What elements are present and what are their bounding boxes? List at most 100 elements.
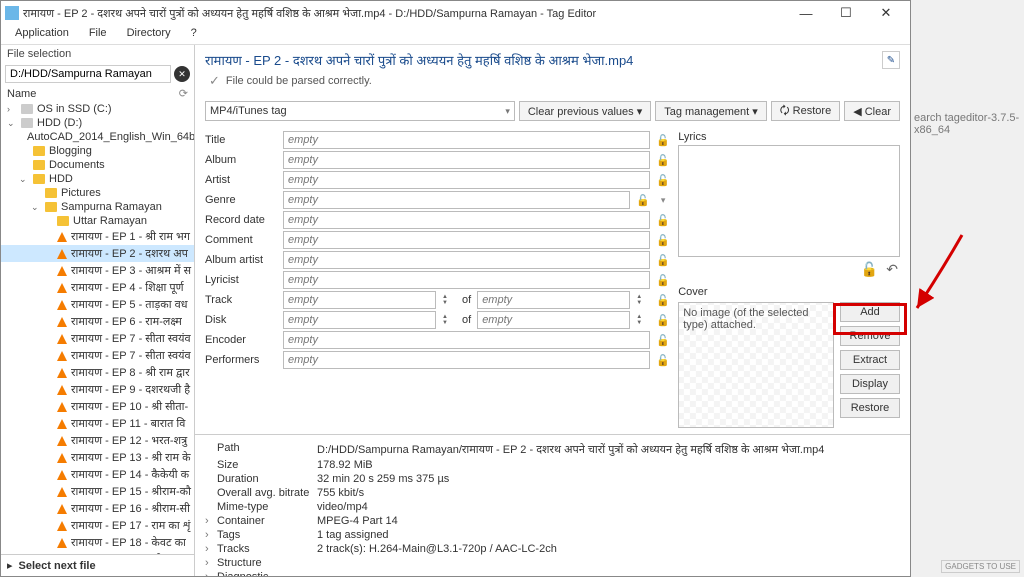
menu-file[interactable]: File (79, 25, 117, 44)
name-column[interactable]: Name (7, 88, 36, 100)
lyricist-input[interactable] (283, 271, 650, 289)
folder-icon (33, 160, 45, 170)
path-clear-icon[interactable]: ✕ (174, 66, 190, 82)
clear-previous-button[interactable]: Clear previous values ▾ (519, 101, 651, 121)
lock-icon[interactable]: 🔓 (656, 174, 670, 187)
menu-application[interactable]: Application (5, 25, 79, 44)
tree-row[interactable]: ⌄HDD (1, 172, 194, 186)
tree-row[interactable]: ›OS in SSD (C:) (1, 102, 194, 116)
path-input[interactable] (5, 65, 171, 83)
detail-row[interactable]: ›Structure (205, 556, 900, 570)
tree-row[interactable]: रामायण - EP 5 - ताड़का वध (1, 296, 194, 313)
disk-total-input[interactable] (477, 311, 630, 329)
detail-value: 32 min 20 s 259 ms 375 µs (317, 473, 449, 485)
encoder-input[interactable] (283, 331, 650, 349)
tree-row[interactable]: रामायण - EP 6 - राम-लक्ष्म (1, 313, 194, 330)
app-window: रामायण - EP 2 - दशरथ अपने चारों पुत्रों … (0, 0, 911, 577)
album-input[interactable] (283, 151, 650, 169)
tree-row[interactable]: रामायण - EP 14 - कैकेयी क (1, 466, 194, 483)
undo-icon[interactable]: ↶ (886, 261, 898, 278)
tree-row[interactable]: ⌄Sampurna Ramayan (1, 200, 194, 214)
album_artist-input[interactable] (283, 251, 650, 269)
tag-type-select[interactable]: MP4/iTunes tag (205, 101, 515, 121)
menu-directory[interactable]: Directory (117, 25, 181, 44)
disk-input[interactable] (283, 311, 436, 329)
track-input[interactable] (283, 291, 436, 309)
clear-button[interactable]: ◀ Clear (844, 101, 900, 121)
lock-icon[interactable]: 🔓 (656, 294, 670, 307)
title-input[interactable] (283, 131, 650, 149)
tree-row[interactable]: रामायण - EP 12 - भरत-शत्रु (1, 432, 194, 449)
cover-add-button[interactable]: Add (840, 302, 900, 322)
tree-row[interactable]: रामायण - EP 10 - श्री सीता- (1, 398, 194, 415)
record_date-input[interactable] (283, 211, 650, 229)
lock-icon[interactable]: 🔓 (636, 194, 650, 207)
minimize-button[interactable]: — (786, 2, 826, 24)
restore-button[interactable]: 🗘 Restore (771, 101, 840, 121)
folder-icon (33, 174, 45, 184)
lock-icon[interactable]: 🔓 (656, 134, 670, 147)
lock-icon[interactable]: 🔓 (656, 214, 670, 227)
menu-help[interactable]: ? (181, 25, 207, 44)
lock-icon[interactable]: 🔓 (656, 274, 670, 287)
tree-row[interactable]: Blogging (1, 144, 194, 158)
maximize-button[interactable]: ☐ (826, 2, 866, 24)
track-total-input[interactable] (477, 291, 630, 309)
tag-form: Title🔓Album🔓Artist🔓Genre🔓▾Record date🔓Co… (205, 131, 670, 428)
performers-input[interactable] (283, 351, 650, 369)
cover-remove-button[interactable]: Remove (840, 326, 900, 346)
file-details: PathD:/HDD/Sampurna Ramayan/रामायण - EP … (195, 434, 910, 576)
lock-icon[interactable]: 🔓 (656, 314, 670, 327)
detail-row: PathD:/HDD/Sampurna Ramayan/रामायण - EP … (205, 441, 900, 458)
lock-icon[interactable]: 🔓 (656, 234, 670, 247)
watermark: GADGETS TO USE (941, 560, 1020, 573)
genre-input[interactable] (283, 191, 630, 209)
edit-icon[interactable]: ✎ (882, 51, 900, 69)
tree-row[interactable]: ⌄HDD (D:) (1, 116, 194, 130)
tree-row[interactable]: रामायण - EP 15 - श्रीराम-कौ (1, 483, 194, 500)
sidebar-footer[interactable]: ▸ Select next file (1, 554, 194, 576)
lock-icon[interactable]: 🔓 (656, 354, 670, 367)
detail-row[interactable]: ›Tracks2 track(s): H.264-Main@L3.1-720p … (205, 542, 900, 556)
tree-row[interactable]: रामायण - EP 4 - शिक्षा पूर्ण (1, 279, 194, 296)
tree-row[interactable]: रामायण - EP 7 - सीता स्वयंव (1, 347, 194, 364)
artist-input[interactable] (283, 171, 650, 189)
tree-row[interactable]: रामायण - EP 7 - सीता स्वयंव (1, 330, 194, 347)
tree-row[interactable]: Uttar Ramayan (1, 214, 194, 228)
tree-row[interactable]: रामायण - EP 13 - श्री राम के (1, 449, 194, 466)
background-text: earch tageditor-3.7.5-x86_64 (914, 112, 1024, 136)
tree-row[interactable]: रामायण - EP 18 - केवट का (1, 534, 194, 551)
tree-row[interactable]: AutoCAD_2014_English_Win_64b (1, 130, 194, 144)
tree-row[interactable]: Pictures (1, 186, 194, 200)
tree-row[interactable]: Documents (1, 158, 194, 172)
tree-row[interactable]: रामायण - EP 8 - श्री राम द्वार (1, 364, 194, 381)
comment-input[interactable] (283, 231, 650, 249)
tree-row[interactable]: रामायण - EP 11 - बारात वि (1, 415, 194, 432)
detail-row[interactable]: ›Diagnostic messages (205, 570, 900, 576)
cover-extract-button[interactable]: Extract (840, 350, 900, 370)
cover-restore-button[interactable]: Restore (840, 398, 900, 418)
tree-row[interactable]: रामायण - EP 9 - दशरथजी है (1, 381, 194, 398)
field-genre: Genre🔓▾ (205, 191, 670, 209)
tag-management-button[interactable]: Tag management ▾ (655, 101, 767, 121)
cover-display-button[interactable]: Display (840, 374, 900, 394)
detail-value: MPEG-4 Part 14 (317, 515, 398, 527)
tree-row[interactable]: रामायण - EP 2 - दशरथ अप (1, 245, 194, 262)
folder-icon (45, 188, 57, 198)
refresh-icon[interactable]: ⟳ (179, 87, 188, 100)
dropdown-icon[interactable]: ▾ (656, 195, 670, 206)
lock-icon[interactable]: 🔓 (656, 254, 670, 267)
lock-icon[interactable]: 🔓 (656, 334, 670, 347)
detail-row[interactable]: ›ContainerMPEG-4 Part 14 (205, 514, 900, 528)
tree-row[interactable]: रामायण - EP 1 - श्री राम भग (1, 228, 194, 245)
lyrics-textarea[interactable] (678, 145, 900, 257)
file-tree[interactable]: ›OS in SSD (C:)⌄HDD (D:)AutoCAD_2014_Eng… (1, 102, 194, 554)
tree-row[interactable]: रामायण - EP 16 - श्रीराम-सी (1, 500, 194, 517)
close-button[interactable]: ✕ (866, 2, 906, 24)
detail-row[interactable]: ›Tags1 tag assigned (205, 528, 900, 542)
unlock-icon[interactable]: 🔓 (861, 261, 878, 278)
tree-row[interactable]: रामायण - EP 17 - राम का शृं (1, 517, 194, 534)
lock-icon[interactable]: 🔓 (656, 154, 670, 167)
tree-label: रामायण - EP 18 - केवट का (71, 535, 186, 550)
tree-row[interactable]: रामायण - EP 3 - आश्रम में स (1, 262, 194, 279)
